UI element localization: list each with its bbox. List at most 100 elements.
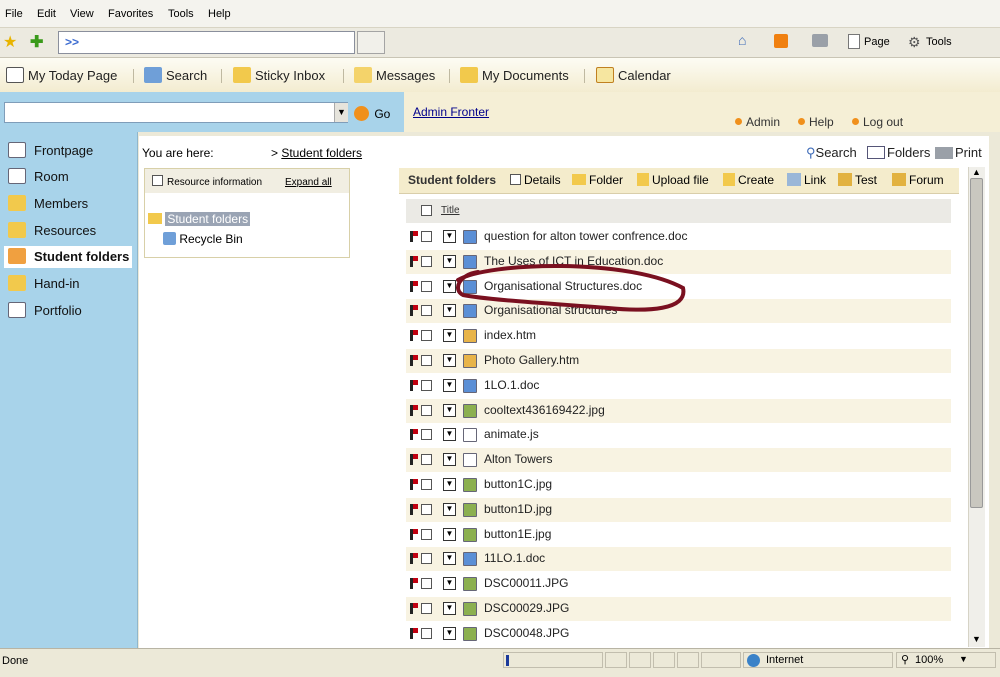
file-name-link[interactable]: Alton Towers (484, 452, 552, 466)
flag-icon[interactable] (410, 355, 418, 366)
file-name-link[interactable]: button1D.jpg (484, 502, 552, 516)
table-row[interactable]: ▼ Alton Towers (406, 448, 951, 473)
row-checkbox[interactable] (421, 627, 432, 639)
row-checkbox[interactable] (421, 231, 432, 242)
row-checkbox[interactable] (421, 578, 432, 590)
file-name-link[interactable]: DSC00011.JPG (484, 576, 569, 590)
sidebar-item-hand-in[interactable]: Hand-in (8, 273, 136, 295)
home-icon[interactable]: ⌂ (738, 32, 746, 48)
row-checkbox[interactable] (421, 404, 432, 416)
sidebar-item-room[interactable]: Room (8, 166, 136, 188)
nav-messages[interactable]: Messages (354, 67, 435, 83)
row-checkbox[interactable] (421, 429, 432, 441)
table-row[interactable]: ▼ cooltext436169422.jpg (406, 398, 951, 423)
row-menu-button[interactable]: ▼ (443, 329, 456, 343)
nav-my-today-page[interactable]: My Today Page (6, 67, 117, 83)
file-name-link[interactable]: index.htm (484, 328, 536, 342)
file-name-link[interactable]: cooltext436169422.jpg (484, 403, 605, 417)
flag-icon[interactable] (410, 305, 418, 317)
row-checkbox[interactable] (421, 454, 432, 466)
sidebar-item-resources[interactable]: Resources (8, 220, 136, 242)
menu-edit[interactable]: Edit (37, 8, 56, 20)
row-menu-button[interactable]: ▼ (443, 230, 456, 243)
forum-action[interactable]: Forum (892, 173, 944, 187)
row-menu-button[interactable]: ▼ (443, 626, 456, 640)
menu-tools[interactable]: Tools (168, 8, 194, 20)
help-link[interactable]: Help (798, 115, 834, 129)
address-bar[interactable]: >> (58, 31, 355, 54)
row-checkbox[interactable] (421, 553, 432, 565)
print-tool[interactable]: Print (935, 145, 982, 160)
zoom-cell[interactable]: ⚲ 100% ▼ (896, 652, 996, 668)
table-row[interactable]: ▼ DSC00011.JPG (406, 572, 951, 596)
flag-icon[interactable] (410, 603, 418, 614)
row-menu-button[interactable]: ▼ (443, 577, 456, 591)
file-name-link[interactable]: 1LO.1.doc (484, 378, 539, 392)
row-checkbox[interactable] (421, 305, 432, 317)
flag-icon[interactable] (410, 454, 418, 466)
test-action[interactable]: Test (838, 173, 877, 187)
row-checkbox[interactable] (421, 503, 432, 515)
link-action[interactable]: Link (787, 173, 826, 187)
nav-calendar[interactable]: Calendar (596, 67, 671, 83)
folders-tool[interactable]: Folders (867, 145, 930, 160)
tree-item-recycle-bin[interactable]: Recycle Bin (163, 232, 243, 246)
row-checkbox[interactable] (421, 330, 432, 342)
table-row[interactable]: ▼ DSC00029.JPG (406, 597, 951, 621)
table-row[interactable]: ▼ button1E.jpg (406, 523, 951, 547)
menu-view[interactable]: View (70, 8, 94, 20)
file-name-link[interactable]: animate.js (484, 427, 539, 441)
row-menu-button[interactable]: ▼ (443, 502, 456, 516)
file-name-link[interactable]: question for alton tower confrence.doc (484, 229, 687, 243)
file-name-link[interactable]: button1E.jpg (484, 527, 551, 541)
row-checkbox[interactable] (421, 355, 432, 366)
file-name-link[interactable]: 11LO.1.doc (484, 551, 545, 565)
flag-icon[interactable] (410, 404, 418, 416)
row-menu-button[interactable]: ▼ (443, 453, 456, 467)
row-menu-button[interactable]: ▼ (443, 428, 456, 442)
table-row[interactable]: ▼ DSC00048.JPG (406, 622, 951, 646)
table-row[interactable]: ▼ question for alton tower confrence.doc (406, 225, 951, 249)
tree-item-student-folders[interactable]: Student folders (148, 212, 251, 228)
flag-icon[interactable] (410, 553, 418, 565)
details-toggle[interactable]: Details (510, 173, 561, 187)
address-go-button[interactable] (357, 31, 385, 54)
row-checkbox[interactable] (421, 479, 432, 490)
flag-icon[interactable] (410, 503, 418, 515)
menu-favorites[interactable]: Favorites (108, 8, 153, 20)
flag-icon[interactable] (410, 528, 418, 540)
admin-fronter-link[interactable]: Admin Fronter (413, 105, 489, 119)
flag-icon[interactable] (410, 379, 418, 391)
search-tool[interactable]: ⚲Search (806, 145, 857, 161)
scroll-down-icon[interactable]: ▼ (972, 634, 981, 644)
resource-info-checkbox[interactable] (152, 175, 163, 186)
file-name-link[interactable]: DSC00048.JPG (484, 626, 569, 640)
file-name-link[interactable]: button1C.jpg (484, 477, 552, 491)
table-row[interactable]: ▼ button1C.jpg (406, 473, 951, 497)
row-menu-button[interactable]: ▼ (443, 403, 456, 417)
row-menu-button[interactable]: ▼ (443, 354, 456, 367)
scrollbar-thumb[interactable] (970, 178, 983, 508)
flag-icon[interactable] (410, 231, 418, 242)
search-input[interactable] (4, 102, 348, 123)
folder-action[interactable]: Folder (572, 173, 623, 187)
logout-link[interactable]: Log out (852, 115, 903, 129)
menu-file[interactable]: File (5, 8, 23, 20)
rss-feed-icon[interactable] (774, 34, 788, 48)
table-row[interactable]: ▼ 1LO.1.doc (406, 374, 951, 398)
nav-my-documents[interactable]: My Documents (460, 67, 569, 83)
nav-sticky-inbox[interactable]: Sticky Inbox (233, 67, 325, 83)
row-checkbox[interactable] (421, 255, 432, 267)
breadcrumb-current[interactable]: Student folders (281, 146, 362, 160)
tools-menu[interactable]: Tools (926, 36, 952, 48)
print-icon[interactable] (812, 34, 828, 47)
sidebar-item-portfolio[interactable]: Portfolio (8, 300, 136, 322)
menu-help[interactable]: Help (208, 8, 231, 20)
add-favorite-icon[interactable]: ✚ (30, 32, 43, 52)
row-checkbox[interactable] (421, 280, 432, 292)
file-name-link[interactable]: Photo Gallery.htm (484, 353, 579, 367)
upload-file-action[interactable]: Upload file (637, 173, 709, 187)
row-menu-button[interactable]: ▼ (443, 602, 456, 615)
file-name-link[interactable]: DSC00029.JPG (484, 601, 569, 615)
admin-link[interactable]: Admin (735, 115, 780, 129)
